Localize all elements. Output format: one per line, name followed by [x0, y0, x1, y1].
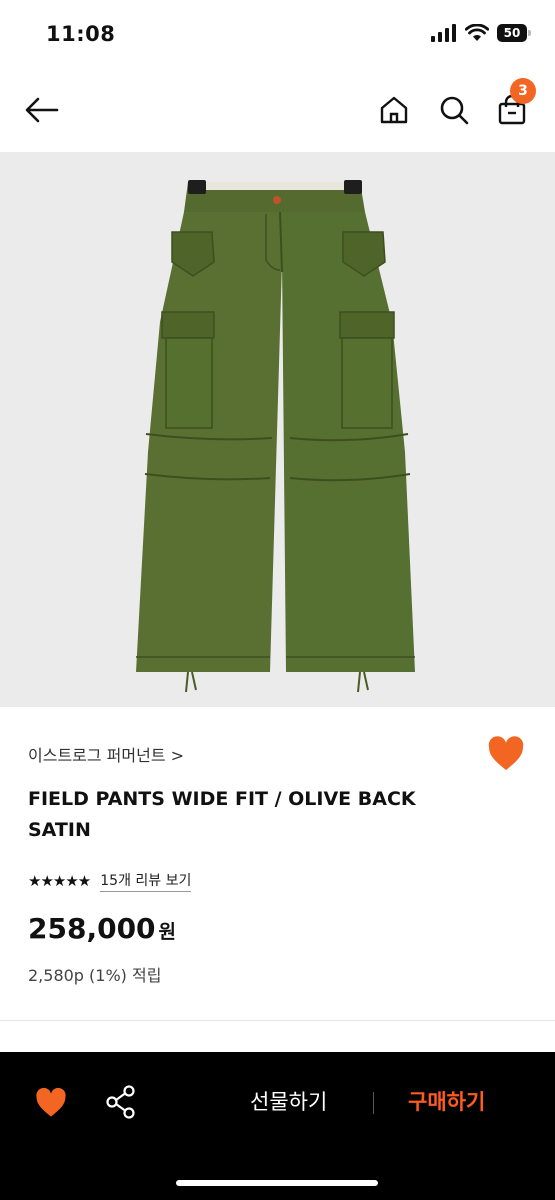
battery-icon: 50: [497, 24, 531, 42]
button-separator: [373, 1092, 374, 1114]
review-link[interactable]: 15개 리뷰 보기: [100, 870, 192, 892]
status-time: 11:08: [46, 22, 116, 46]
home-icon: [380, 96, 408, 124]
search-button[interactable]: [434, 90, 474, 130]
price-currency: 원: [158, 921, 177, 943]
wifi-icon: [465, 24, 489, 41]
bottom-action-bar: 선물하기 구매하기: [0, 1052, 555, 1200]
status-bar: 11:08 50: [0, 0, 555, 70]
home-indicator: [176, 1180, 378, 1186]
nav-bar: [0, 70, 555, 152]
arrow-left-icon: [25, 97, 59, 123]
gift-button[interactable]: 선물하기: [250, 1086, 327, 1116]
share-button[interactable]: [104, 1084, 138, 1120]
heart-icon: [488, 736, 524, 770]
product-name: FIELD PANTS WIDE FIT / OLIVE BACK SATIN: [28, 788, 416, 841]
status-icons: 50: [431, 24, 531, 42]
reward-points: 2,580p (1%) 적립: [28, 966, 162, 985]
product-image[interactable]: [0, 152, 555, 707]
bottom-wishlist-button[interactable]: [34, 1086, 68, 1120]
home-button[interactable]: [374, 90, 414, 130]
section-divider: [0, 1020, 555, 1021]
buy-button[interactable]: 구매하기: [408, 1086, 485, 1116]
search-icon: [440, 96, 469, 125]
wishlist-button[interactable]: [486, 734, 526, 774]
cargo-pants-image: [136, 180, 415, 693]
product-price: 258,000: [28, 912, 156, 945]
battery-level: 50: [503, 26, 521, 40]
heart-icon: [36, 1087, 66, 1117]
rating-row: ★★★★★ 15개 리뷰 보기: [28, 870, 192, 892]
back-button[interactable]: [22, 90, 62, 130]
brand-link[interactable]: 이스트로그 퍼머넌트 >: [28, 742, 184, 766]
share-icon: [106, 1085, 135, 1119]
price-row: 258,000 원: [28, 912, 176, 945]
signal-icon: [431, 24, 456, 42]
cart-count-badge: 3: [510, 78, 536, 104]
rating-stars: ★★★★★: [28, 872, 91, 890]
